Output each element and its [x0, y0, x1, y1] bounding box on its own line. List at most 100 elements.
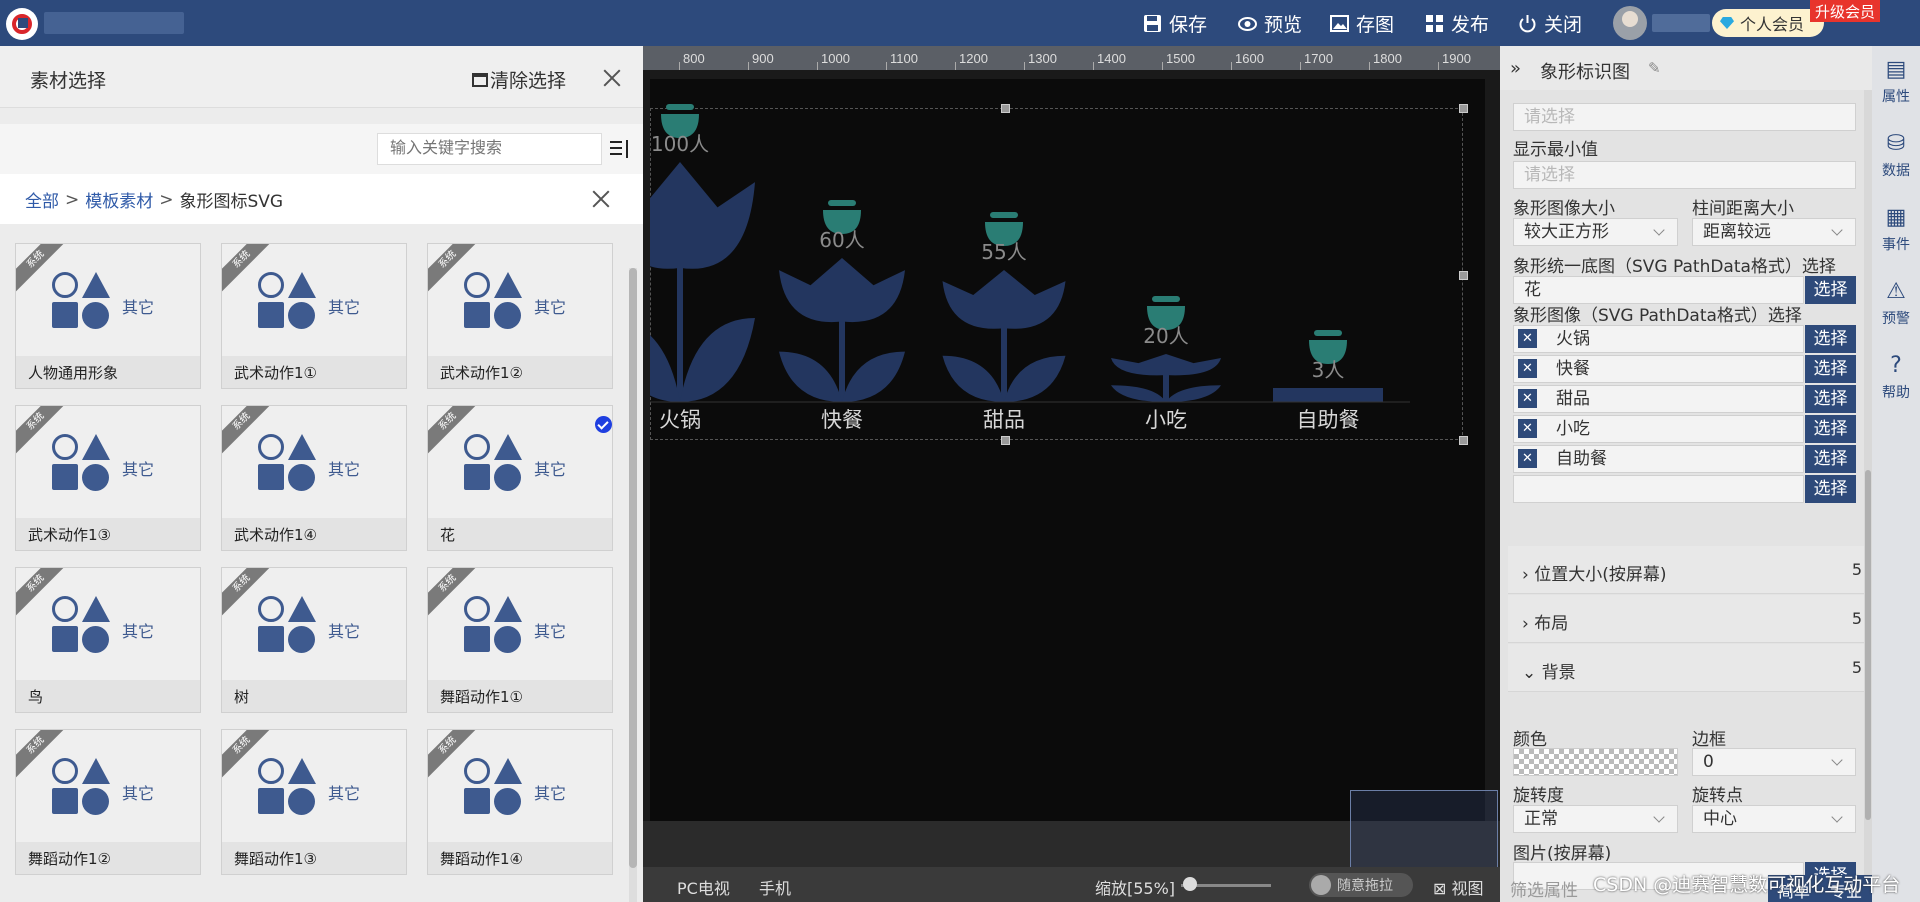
- image-item[interactable]: 小吃: [1513, 415, 1804, 443]
- material-card[interactable]: 系统 其它树: [221, 567, 407, 713]
- rotate-select[interactable]: 正常: [1513, 805, 1678, 833]
- image-item[interactable]: 自助餐: [1513, 445, 1804, 473]
- search-row: [0, 124, 643, 174]
- user-avatar[interactable]: [1613, 6, 1647, 40]
- upgrade-button[interactable]: 升级会员: [1810, 0, 1880, 22]
- diamond-icon: [1720, 17, 1734, 29]
- breadcrumb-all[interactable]: 全部: [25, 187, 59, 212]
- grid-icon: [1425, 14, 1444, 33]
- zoom-slider-knob[interactable]: [1183, 877, 1197, 891]
- material-card[interactable]: 系统 其它花: [427, 405, 613, 551]
- publish-button[interactable]: 发布: [1425, 11, 1489, 36]
- image-select-button[interactable]: 选择: [1805, 325, 1856, 353]
- material-scrollbar[interactable]: [629, 268, 637, 902]
- image-select-button[interactable]: 选择: [1805, 355, 1856, 383]
- gap-select[interactable]: 距离较远: [1692, 218, 1856, 246]
- material-thumbnail: 系统 其它: [16, 730, 200, 842]
- chart-bar-2[interactable]: [942, 270, 1066, 402]
- sidebar-item-alarm[interactable]: ⚠ 预警: [1872, 270, 1920, 342]
- rotate-label: 旋转度: [1513, 786, 1564, 806]
- sidebar-item-help[interactable]: ? 帮助: [1872, 344, 1920, 416]
- material-name: 树: [234, 688, 250, 706]
- properties-scrollbar[interactable]: [1864, 90, 1872, 902]
- remove-icon[interactable]: ✕: [1518, 449, 1537, 468]
- material-card[interactable]: 系统 其它 武术动作1①: [221, 243, 407, 389]
- chart-category-label: 自助餐: [1296, 408, 1360, 432]
- material-card[interactable]: 系统 其它 舞蹈动作1③: [221, 729, 407, 875]
- material-card[interactable]: 系统 其它鸟: [15, 567, 201, 713]
- stage[interactable]: 100人 火锅 60人 快餐 55人 甜品 20人 小吃 3人 自助餐: [650, 79, 1485, 822]
- snapshot-button[interactable]: 存图: [1330, 11, 1394, 36]
- ruler-mark: [1093, 62, 1094, 70]
- border-select[interactable]: 0: [1692, 748, 1856, 776]
- material-card[interactable]: 系统 其它 武术动作1③: [15, 405, 201, 551]
- close-button[interactable]: 关闭: [1518, 11, 1582, 36]
- material-card[interactable]: 系统 其它 武术动作1②: [427, 243, 613, 389]
- save-button[interactable]: 保存: [1143, 11, 1207, 36]
- clear-selection-button[interactable]: 清除选择: [472, 66, 566, 93]
- base-shape-select-button[interactable]: 选择: [1805, 276, 1856, 304]
- ruler-tick-label: 1400: [1097, 51, 1126, 66]
- material-card[interactable]: 系统 其它 舞蹈动作1①: [427, 567, 613, 713]
- sidebar-item-event[interactable]: ▦ 事件: [1872, 196, 1920, 268]
- material-name: 舞蹈动作1①: [440, 688, 523, 706]
- remove-icon[interactable]: ✕: [1518, 419, 1537, 438]
- double-chevron-icon[interactable]: »: [1510, 58, 1521, 79]
- material-card[interactable]: 系统 其它 舞蹈动作1④: [427, 729, 613, 875]
- chart-category-label: 甜品: [983, 408, 1025, 432]
- section-header[interactable]: ⌄ 背景 5: [1508, 644, 1872, 692]
- close-breadcrumb-icon[interactable]: [592, 190, 610, 208]
- material-card[interactable]: 系统 其它 武术动作1④: [221, 405, 407, 551]
- minimap[interactable]: [1350, 790, 1498, 872]
- color-label: 颜色: [1513, 730, 1547, 750]
- image-size-select[interactable]: 较大正方形: [1513, 218, 1678, 246]
- chart-bar-1[interactable]: [779, 258, 905, 402]
- image-select-button[interactable]: 选择: [1805, 475, 1856, 503]
- pc-tv-tab[interactable]: PC电视: [677, 875, 730, 899]
- min-display-select[interactable]: 请选择: [1513, 161, 1856, 189]
- chart-bar-3[interactable]: [1111, 354, 1221, 402]
- image-select-button[interactable]: 选择: [1805, 385, 1856, 413]
- remove-icon[interactable]: ✕: [1518, 329, 1537, 348]
- color-swatch[interactable]: [1513, 748, 1678, 776]
- chart-bar-4[interactable]: [1273, 388, 1383, 402]
- max-display-select[interactable]: 请选择: [1513, 103, 1856, 131]
- sidebar-item-properties[interactable]: ▤ 属性: [1872, 48, 1920, 120]
- pivot-select[interactable]: 中心: [1692, 805, 1856, 833]
- base-shape-input[interactable]: 花: [1513, 276, 1804, 304]
- breadcrumb-templates[interactable]: 模板素材: [85, 187, 153, 212]
- chevron-right-icon: ›: [1522, 565, 1529, 585]
- pencil-icon[interactable]: ✎: [1648, 59, 1661, 77]
- remove-icon[interactable]: ✕: [1518, 359, 1537, 378]
- chart-bar-0[interactable]: [650, 162, 755, 402]
- material-card[interactable]: 系统 其它 舞蹈动作1②: [15, 729, 201, 875]
- watermark: CSDN @迪赛智慧数可视化互动平台: [1593, 874, 1901, 896]
- section-header[interactable]: › 布局 5: [1508, 595, 1872, 643]
- mobile-tab[interactable]: 手机: [759, 875, 791, 899]
- close-icon[interactable]: [603, 69, 621, 87]
- free-drag-toggle[interactable]: 随意拖拉: [1309, 873, 1413, 897]
- pictogram-chart[interactable]: [650, 79, 1463, 439]
- ruler-mark: [1369, 62, 1370, 70]
- material-card[interactable]: 系统 其它 人物通用形象: [15, 243, 201, 389]
- section-header[interactable]: › 位置大小(按屏幕) 5: [1508, 546, 1872, 594]
- image-select-button[interactable]: 选择: [1805, 445, 1856, 473]
- image-item-empty[interactable]: [1513, 475, 1804, 503]
- ruler-mark: [1162, 62, 1163, 70]
- image-select-button[interactable]: 选择: [1805, 415, 1856, 443]
- member-badge[interactable]: 个人会员: [1712, 9, 1824, 37]
- image-item[interactable]: 快餐: [1513, 355, 1804, 383]
- sort-icon[interactable]: [610, 138, 632, 160]
- image-item[interactable]: 火锅: [1513, 325, 1804, 353]
- sidebar-item-database[interactable]: ⛁ 数据: [1872, 122, 1920, 194]
- search-input[interactable]: [377, 133, 602, 165]
- preview-button[interactable]: 预览: [1238, 11, 1302, 36]
- filter-label[interactable]: 筛选属性: [1510, 876, 1578, 901]
- min-display-label: 显示最小值: [1513, 140, 1598, 160]
- gap-label: 柱间距离大小: [1692, 199, 1794, 219]
- remove-icon[interactable]: ✕: [1518, 389, 1537, 408]
- view-button[interactable]: ⊠ 视图: [1433, 875, 1484, 899]
- material-thumbnail: 系统 其它: [222, 730, 406, 842]
- image-item[interactable]: 甜品: [1513, 385, 1804, 413]
- app-logo[interactable]: [6, 8, 38, 40]
